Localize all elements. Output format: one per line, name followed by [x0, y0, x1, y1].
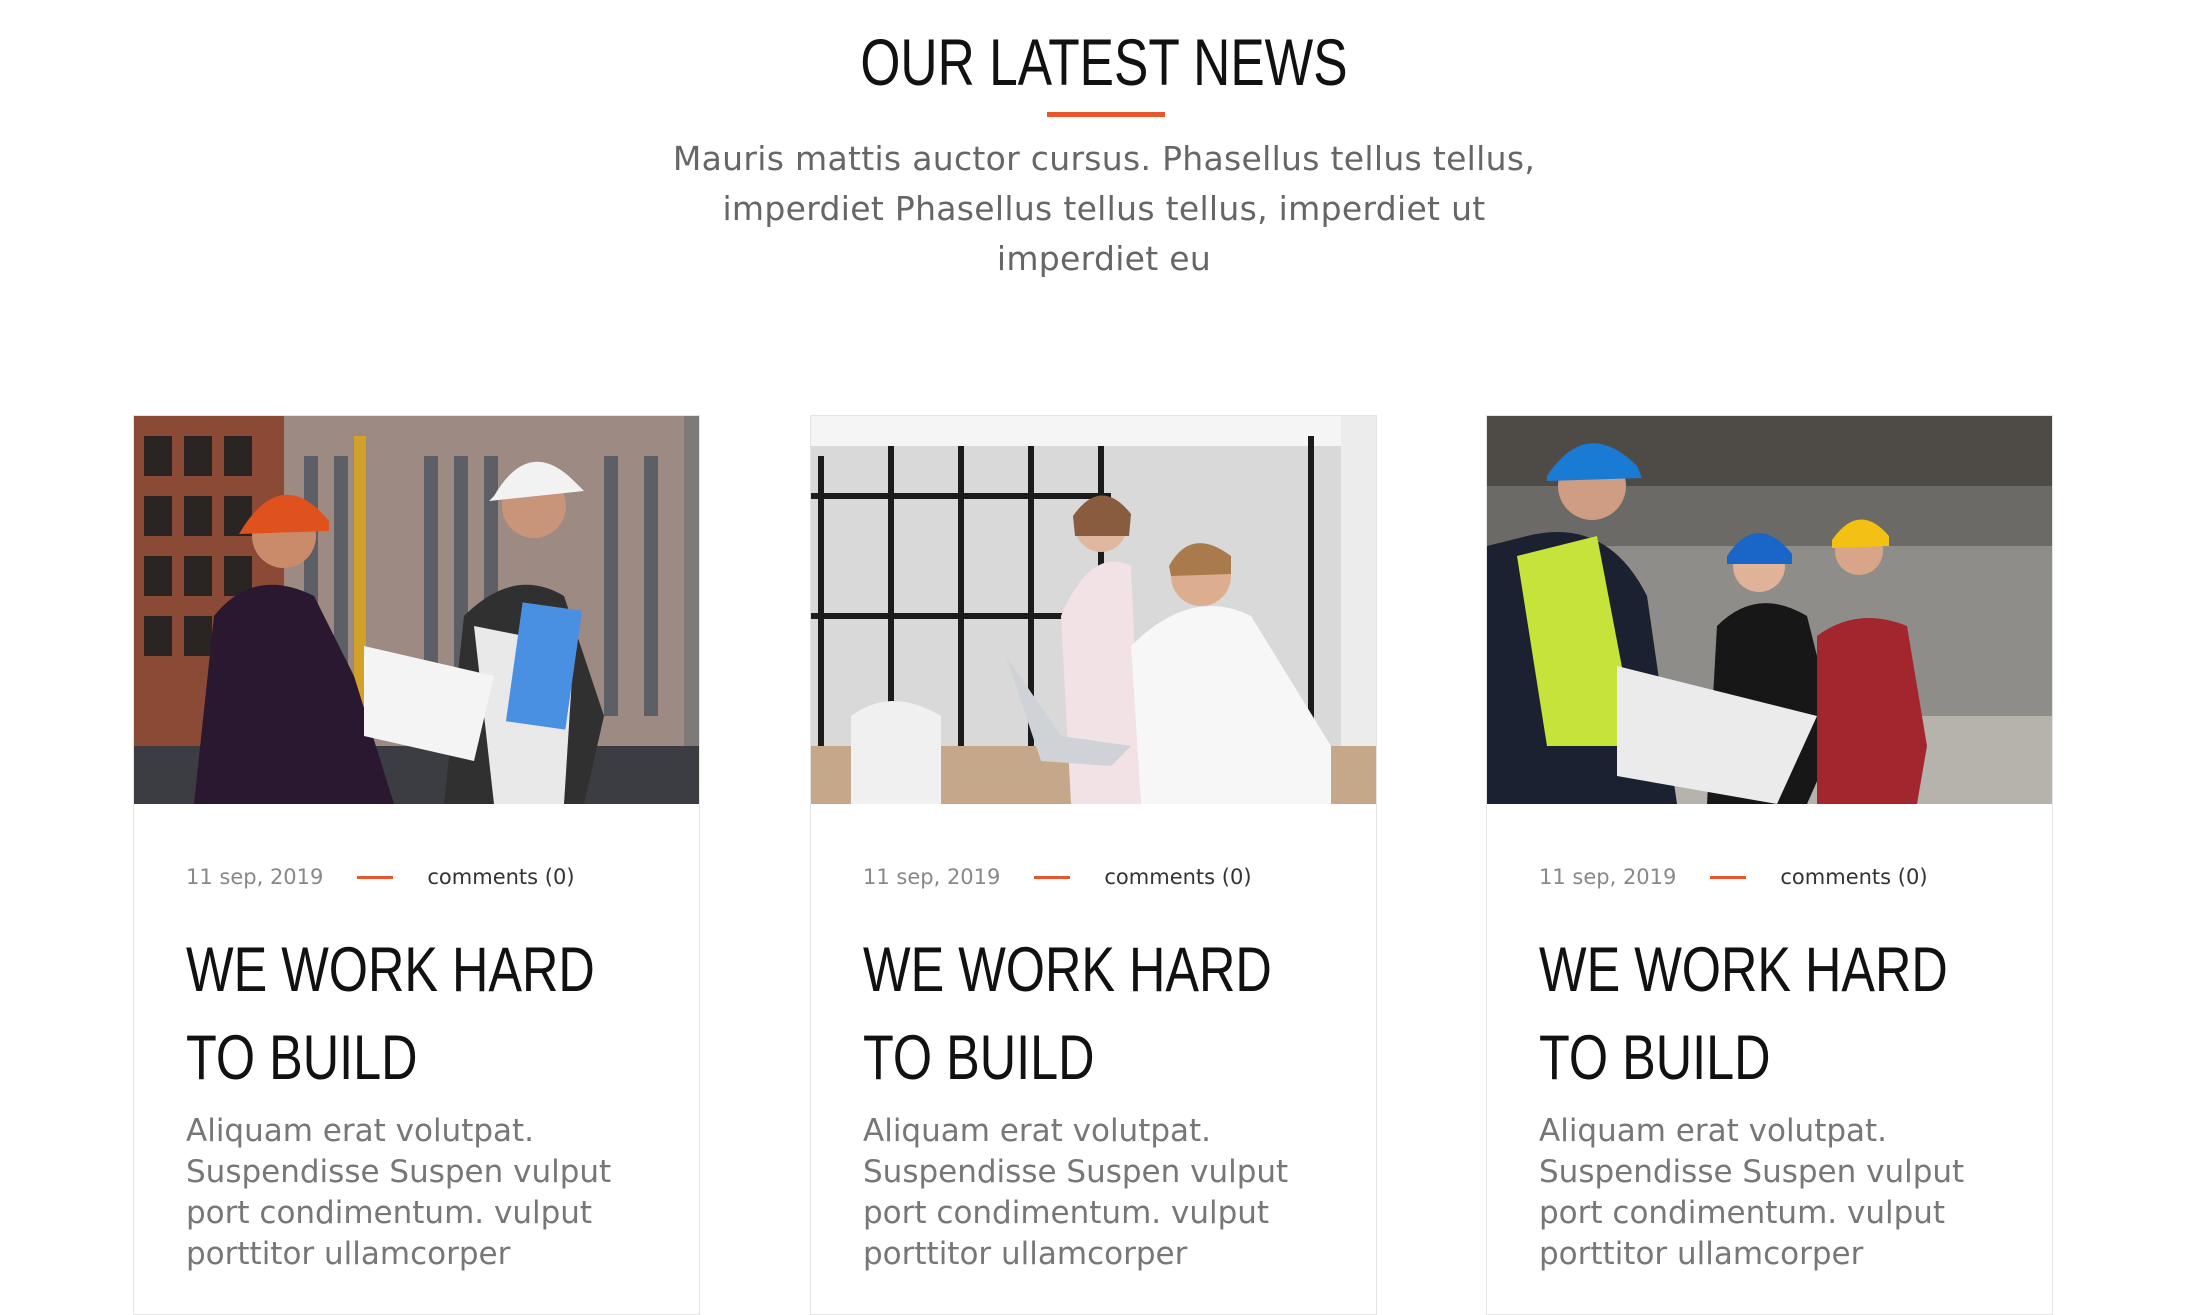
- card-image-warehouse[interactable]: [1487, 416, 2052, 804]
- post-date: 11 sep, 2019: [1539, 865, 1677, 889]
- card-meta: 11 sep, 2019 comments (0): [863, 862, 1252, 892]
- post-date: 11 sep, 2019: [186, 865, 324, 889]
- card-meta: 11 sep, 2019 comments (0): [1539, 862, 1928, 892]
- card-excerpt: Aliquam erat volutpat. Suspendisse Suspe…: [1539, 1113, 1965, 1272]
- card-title[interactable]: WE WORK HARD TO BUILD: [1539, 926, 1987, 1102]
- comments-link[interactable]: comments (0): [427, 865, 574, 889]
- meta-separator: [1034, 875, 1071, 879]
- comments-link[interactable]: comments (0): [1104, 865, 1251, 889]
- post-date: 11 sep, 2019: [863, 865, 1001, 889]
- section-subtitle: Mauris mattis auctor cursus. Phasellus t…: [672, 139, 1536, 278]
- meta-separator: [1710, 875, 1747, 879]
- news-card[interactable]: 11 sep, 2019 comments (0) WE WORK HARD T…: [1486, 415, 2053, 1315]
- card-image-office[interactable]: [811, 416, 1376, 804]
- meta-separator: [357, 875, 394, 879]
- card-title[interactable]: WE WORK HARD TO BUILD: [186, 926, 634, 1102]
- card-excerpt: Aliquam erat volutpat. Suspendisse Suspe…: [863, 1113, 1289, 1272]
- card-image-construction[interactable]: [134, 416, 699, 804]
- title-underline: [1047, 112, 1165, 117]
- news-card[interactable]: 11 sep, 2019 comments (0) WE WORK HARD T…: [133, 415, 700, 1315]
- card-meta: 11 sep, 2019 comments (0): [186, 862, 575, 892]
- section-title: OUR LATEST NEWS: [860, 25, 1348, 99]
- card-excerpt: Aliquam erat volutpat. Suspendisse Suspe…: [186, 1113, 612, 1272]
- news-card[interactable]: 11 sep, 2019 comments (0) WE WORK HARD T…: [810, 415, 1377, 1315]
- card-title[interactable]: WE WORK HARD TO BUILD: [863, 926, 1311, 1102]
- comments-link[interactable]: comments (0): [1780, 865, 1927, 889]
